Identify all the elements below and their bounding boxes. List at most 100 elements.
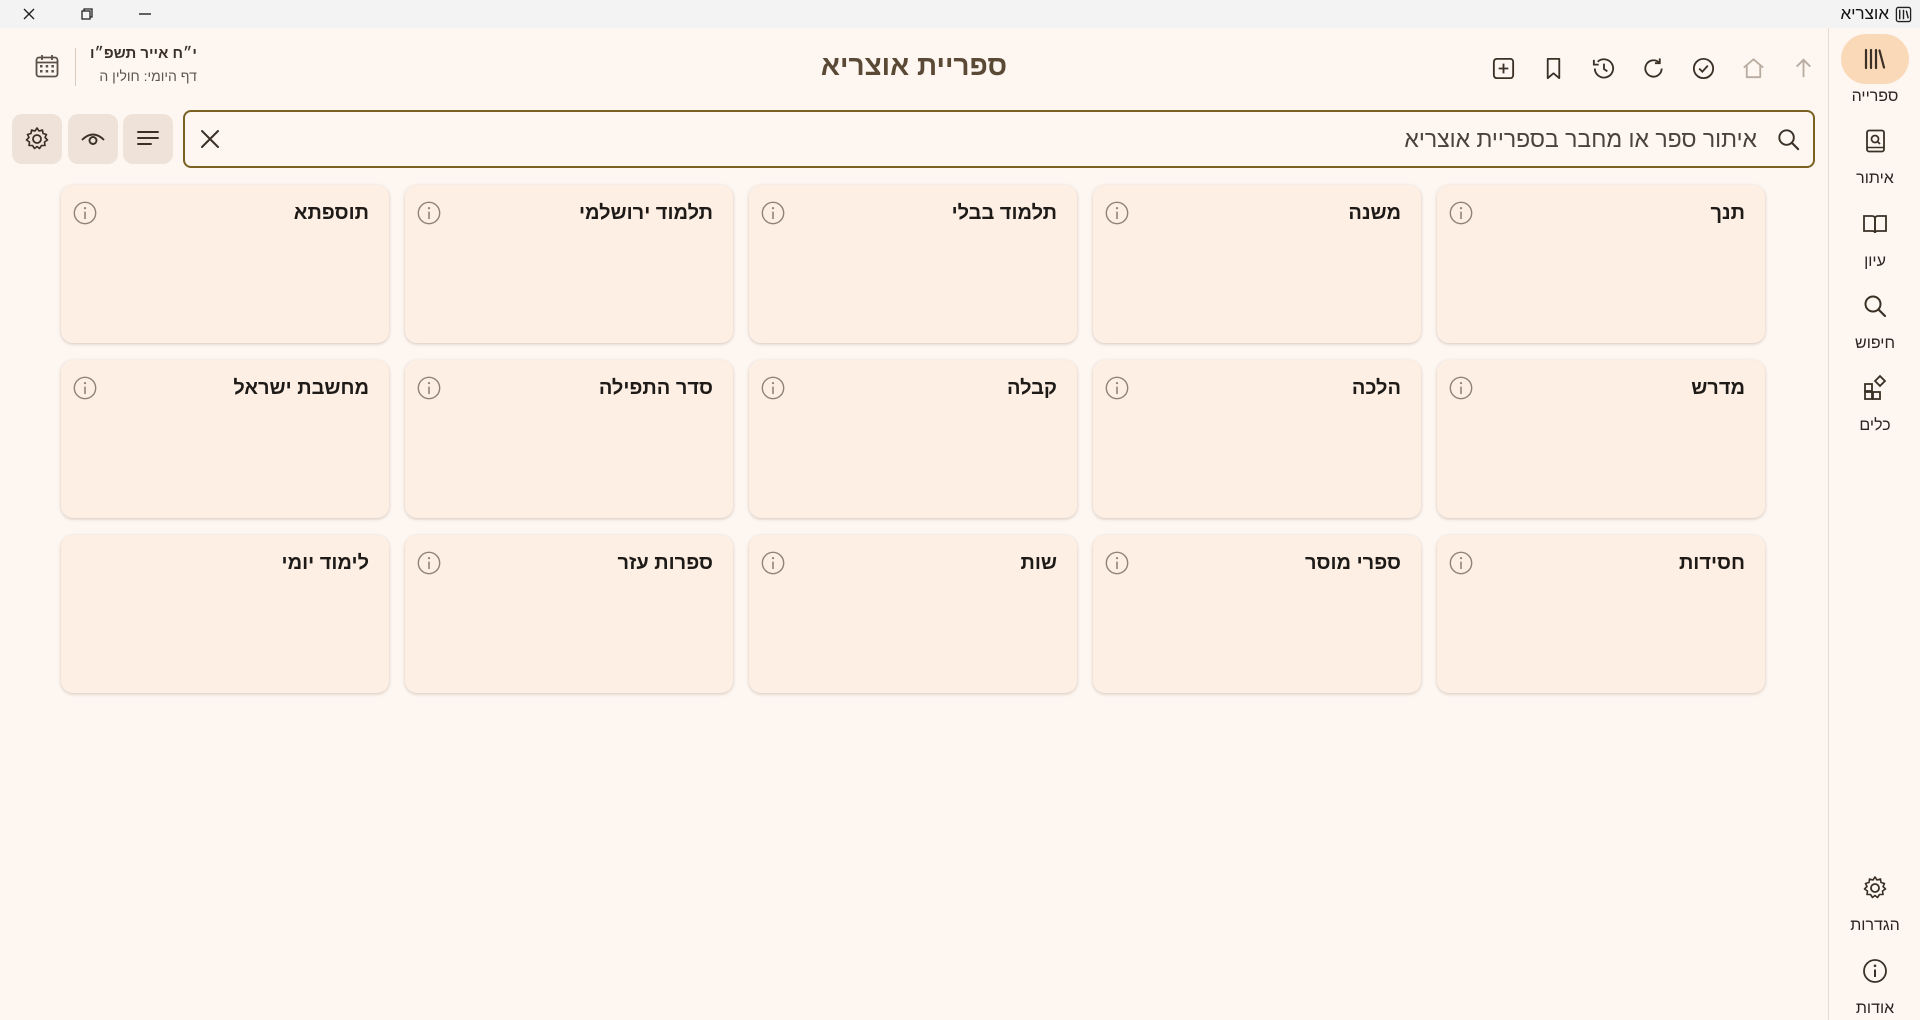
category-info-button[interactable]	[759, 199, 787, 227]
search-box	[183, 110, 1815, 168]
category-card[interactable]: קבלה	[749, 360, 1077, 518]
category-card[interactable]: תלמוד בבלי	[749, 185, 1077, 343]
library-toolbar	[1478, 48, 1828, 88]
restore-icon	[81, 8, 93, 20]
category-info-button[interactable]	[1447, 549, 1475, 577]
category-info-button[interactable]	[415, 549, 443, 577]
calendar-button[interactable]	[30, 49, 64, 83]
rail-item-find[interactable]: איתור	[1829, 116, 1920, 188]
info-icon	[417, 551, 441, 575]
window-close-button[interactable]	[0, 0, 58, 28]
rail-label-find: איתור	[1856, 170, 1894, 187]
rail-label-settings: הגדרות	[1850, 917, 1900, 934]
rail-pill-library	[1841, 34, 1909, 84]
category-card[interactable]: מחשבת ישראל	[61, 360, 389, 518]
window-controls	[0, 0, 174, 28]
category-card[interactable]: תוספתא	[61, 185, 389, 343]
category-card[interactable]: מדרש	[1437, 360, 1765, 518]
category-card[interactable]: ספרי מוסר	[1093, 535, 1421, 693]
home-button[interactable]	[1728, 48, 1778, 88]
minimize-icon	[139, 13, 151, 15]
info-icon	[73, 376, 97, 400]
category-card[interactable]: סדר התפילה	[405, 360, 733, 518]
category-info-button[interactable]	[415, 199, 443, 227]
category-card[interactable]: תלמוד ירושלמי	[405, 185, 733, 343]
category-info-button[interactable]	[1103, 199, 1131, 227]
window-title-bar: אוצריא	[0, 0, 1920, 28]
settings-button[interactable]	[12, 114, 62, 164]
bookmark-icon	[1546, 57, 1560, 79]
rail-item-tools[interactable]: כלים	[1829, 363, 1920, 435]
category-info-button[interactable]	[415, 374, 443, 402]
search-icon	[1864, 295, 1887, 318]
tools-icon	[1864, 374, 1887, 400]
home-icon	[1742, 57, 1764, 78]
category-card[interactable]: חסידות	[1437, 535, 1765, 693]
rail-label-study: עיון	[1864, 253, 1886, 270]
category-card[interactable]: לימוד יומי	[61, 535, 389, 693]
category-title: תנך	[1710, 202, 1745, 224]
filter-button[interactable]	[123, 114, 173, 164]
find-book-icon	[1866, 129, 1885, 153]
category-title: סדר התפילה	[598, 377, 713, 399]
add-book-button[interactable]	[1478, 48, 1528, 88]
library-icon	[1864, 48, 1886, 70]
search-icon	[1777, 128, 1799, 150]
close-icon	[201, 130, 219, 148]
category-title: חסידות	[1678, 552, 1745, 574]
app-logo-icon	[1895, 6, 1912, 22]
category-card[interactable]: משנה	[1093, 185, 1421, 343]
app-title-text: אוצריא	[1840, 4, 1889, 23]
add-box-icon	[1492, 57, 1514, 79]
page-header: י״ח אייר תשפ״ו דף היומי: חולין ה ספריית …	[0, 28, 1828, 104]
rail-item-about[interactable]: אודות	[1829, 946, 1920, 1018]
category-title: מדרש	[1691, 377, 1745, 399]
category-info-button[interactable]	[1447, 199, 1475, 227]
category-card[interactable]: ספרות עזר	[405, 535, 733, 693]
close-icon	[23, 8, 35, 20]
category-info-button[interactable]	[71, 374, 99, 402]
rail-item-library[interactable]: ספרייה	[1829, 34, 1920, 106]
bookmarks-button[interactable]	[1528, 48, 1578, 88]
settings-icon	[25, 127, 49, 150]
category-title: קבלה	[1006, 377, 1057, 399]
category-grid: תנך משנה תלמוד בבלי תלמוד ירושלמי תוספתא…	[61, 185, 1765, 693]
open-book-icon	[1863, 215, 1887, 234]
category-info-button[interactable]	[759, 549, 787, 577]
rail-item-study[interactable]: עיון	[1829, 199, 1920, 271]
category-title: ספרי מוסר	[1305, 552, 1401, 574]
clear-search-button[interactable]	[185, 112, 235, 166]
category-title: שות	[1020, 552, 1058, 574]
info-icon	[1105, 201, 1129, 225]
rail-pill-find	[1841, 116, 1909, 166]
window-minimize-button[interactable]	[116, 0, 174, 28]
category-info-button[interactable]	[1103, 374, 1131, 402]
category-info-button[interactable]	[1447, 374, 1475, 402]
rail-pill-settings	[1841, 863, 1909, 913]
window-restore-button[interactable]	[58, 0, 116, 28]
info-icon	[1449, 201, 1473, 225]
date-divider	[75, 48, 76, 86]
category-title: לימוד יומי	[281, 552, 369, 574]
category-info-button[interactable]	[759, 374, 787, 402]
info-icon	[1105, 376, 1129, 400]
up-button[interactable]	[1778, 48, 1828, 88]
category-title: מחשבת ישראל	[233, 377, 369, 399]
info-icon	[761, 201, 785, 225]
search-input[interactable]	[235, 112, 1763, 166]
rail-item-settings[interactable]: הגדרות	[1829, 863, 1920, 935]
history-button[interactable]	[1578, 48, 1628, 88]
category-info-button[interactable]	[1103, 549, 1131, 577]
refresh-button[interactable]	[1628, 48, 1678, 88]
category-info-button[interactable]	[71, 199, 99, 227]
category-card[interactable]: שות	[749, 535, 1077, 693]
category-card[interactable]: תנך	[1437, 185, 1765, 343]
settings-icon	[1863, 876, 1887, 899]
category-card[interactable]: הלכה	[1093, 360, 1421, 518]
info-icon	[1449, 551, 1473, 575]
check-button[interactable]	[1678, 48, 1728, 88]
rail-item-search[interactable]: חיפוש	[1829, 281, 1920, 353]
info-icon	[1105, 551, 1129, 575]
history-icon	[1592, 57, 1614, 78]
view-button[interactable]	[68, 114, 118, 164]
